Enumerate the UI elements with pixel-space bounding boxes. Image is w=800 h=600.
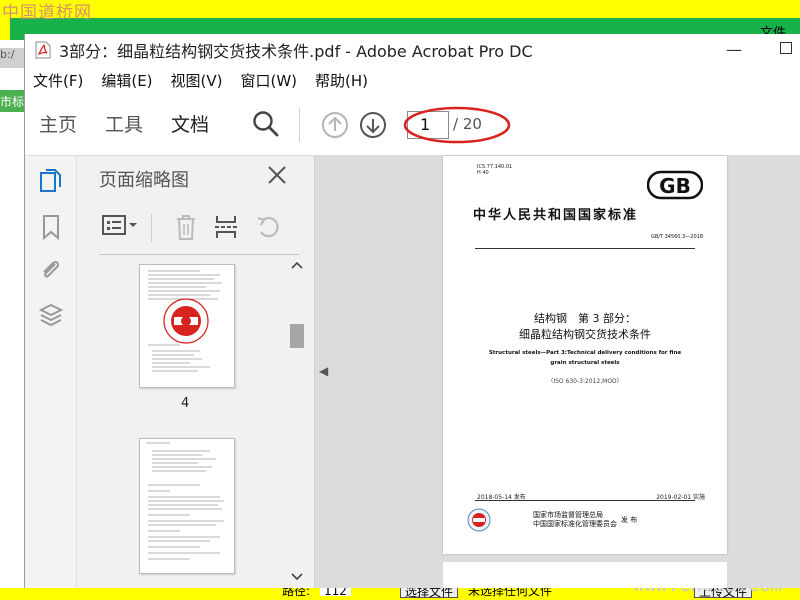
rotate-icon[interactable] [255,212,283,242]
close-icon[interactable] [264,162,290,188]
background-address-fragment: b:/ [0,48,24,68]
page-thumbnail-4[interactable] [139,264,235,388]
thumbnail-list: 4 [99,256,289,588]
bottom-status-text: 未选择任何文件 [468,588,553,598]
bottom-path-label: 路径: [282,588,311,598]
tab-tools[interactable]: 工具 [91,94,157,156]
doc-bottom-rule [475,500,695,501]
pdf-file-icon [35,41,51,59]
attachment-icon[interactable] [39,258,63,284]
acrobat-window: 3部分：细晶粒结构钢交货技术条件.pdf - Adobe Acrobat Pro… [24,34,800,588]
doc-iso-reference: （ISO 630-3:2012,MOD） [547,378,623,385]
thumbnail-scrollbar[interactable] [288,258,306,586]
thumbnail-page-4-content [148,270,222,372]
thumbnail-page-5-content [146,442,224,560]
menu-file[interactable]: 文件(F) [33,70,83,91]
gb-logo: GB [647,170,703,200]
highlight-annotation [403,106,511,144]
background-side-text: 市标 [0,90,26,112]
thumbnails-panel: 页面缩略图 4 [77,156,315,588]
doc-standard-number: GB/T 34560.3—2018 [650,234,703,240]
page-thumbnails-icon[interactable] [39,168,63,194]
page-thumbnail-5[interactable] [139,438,235,574]
menu-bar: 文件(F) 编辑(E) 视图(V) 窗口(W) 帮助(H) [25,66,800,94]
toolbar-separator [299,108,300,142]
doc-issuer-2: 中国国家标准化管理委员会 [533,520,617,528]
choose-file-button[interactable]: 选择文件 [400,588,459,598]
tab-document[interactable]: 文档 [157,94,223,156]
watermark-top-left: 中国道桥网 [2,3,92,23]
thumbnail-page-label: 4 [181,396,190,411]
main-toolbar: 主页 工具 文档 1 / 20 [25,94,800,156]
svg-text:GB: GB [659,174,691,198]
doc-title-en-line-1: Structural steels—Part 3:Technical deliv… [488,350,682,356]
doc-issue-label: 发 布 [621,516,638,524]
background-left-strip [0,40,26,588]
search-icon[interactable] [251,109,281,139]
panel-divider [99,254,299,255]
panel-title: 页面缩略图 [99,170,189,191]
panel-toolbar-separator [151,214,152,242]
menu-edit[interactable]: 编辑(E) [101,70,152,91]
tab-home[interactable]: 主页 [25,94,91,156]
menu-view[interactable]: 视图(V) [171,70,223,91]
thumbnail-options-icon[interactable] [101,212,141,240]
panel-toolbar [99,208,299,248]
window-title: 3部分：细晶粒结构钢交货技术条件.pdf - Adobe Acrobat Pro… [59,42,533,61]
doc-top-rule [475,248,695,249]
doc-title-cn-line-1: 结构钢 第 3 部分： [534,312,636,325]
bottom-path-field[interactable]: 112 [320,588,351,597]
collapse-panel-arrow[interactable]: ◀ [319,364,328,378]
next-page-icon[interactable] [359,111,387,139]
issuer-seal-icon [467,508,491,532]
document-view[interactable]: ◀ ICS 77.140.01 H 40 GB 中华人民共和国国家标准 GB/T… [315,156,800,588]
doc-national-standard-title: 中华人民共和国国家标准 [473,208,639,223]
doc-title-cn-line-2: 细晶粒结构钢交货技术条件 [519,328,651,341]
delete-icon[interactable] [173,212,199,242]
doc-title-en-line-2: grain structural steels [550,360,620,366]
doc-ccs: H 40 [477,170,489,176]
layers-icon[interactable] [39,302,63,328]
title-bar: 3部分：细晶粒结构钢交货技术条件.pdf - Adobe Acrobat Pro… [25,34,800,66]
menu-window[interactable]: 窗口(W) [241,70,298,91]
maximize-button[interactable] [780,42,792,54]
pdf-next-page [443,562,727,588]
minimize-button[interactable]: — [726,40,742,59]
insert-pages-icon[interactable] [213,212,241,242]
left-icon-rail [25,156,77,588]
bookmark-icon[interactable] [39,214,63,240]
pdf-page: ICS 77.140.01 H 40 GB 中华人民共和国国家标准 GB/T 3… [443,156,727,554]
menu-help[interactable]: 帮助(H) [315,70,368,91]
previous-page-icon[interactable] [321,111,349,139]
